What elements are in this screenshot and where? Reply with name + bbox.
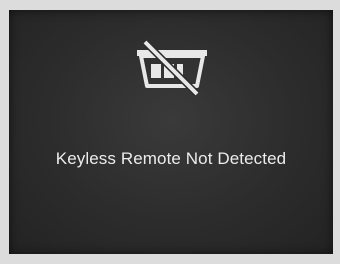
warning-screen: Keyless Remote Not Detected (9, 10, 333, 254)
keyless-remote-not-detected-icon (137, 39, 207, 96)
warning-message: Keyless Remote Not Detected (55, 149, 287, 168)
display-bezel: Keyless Remote Not Detected (0, 0, 340, 264)
